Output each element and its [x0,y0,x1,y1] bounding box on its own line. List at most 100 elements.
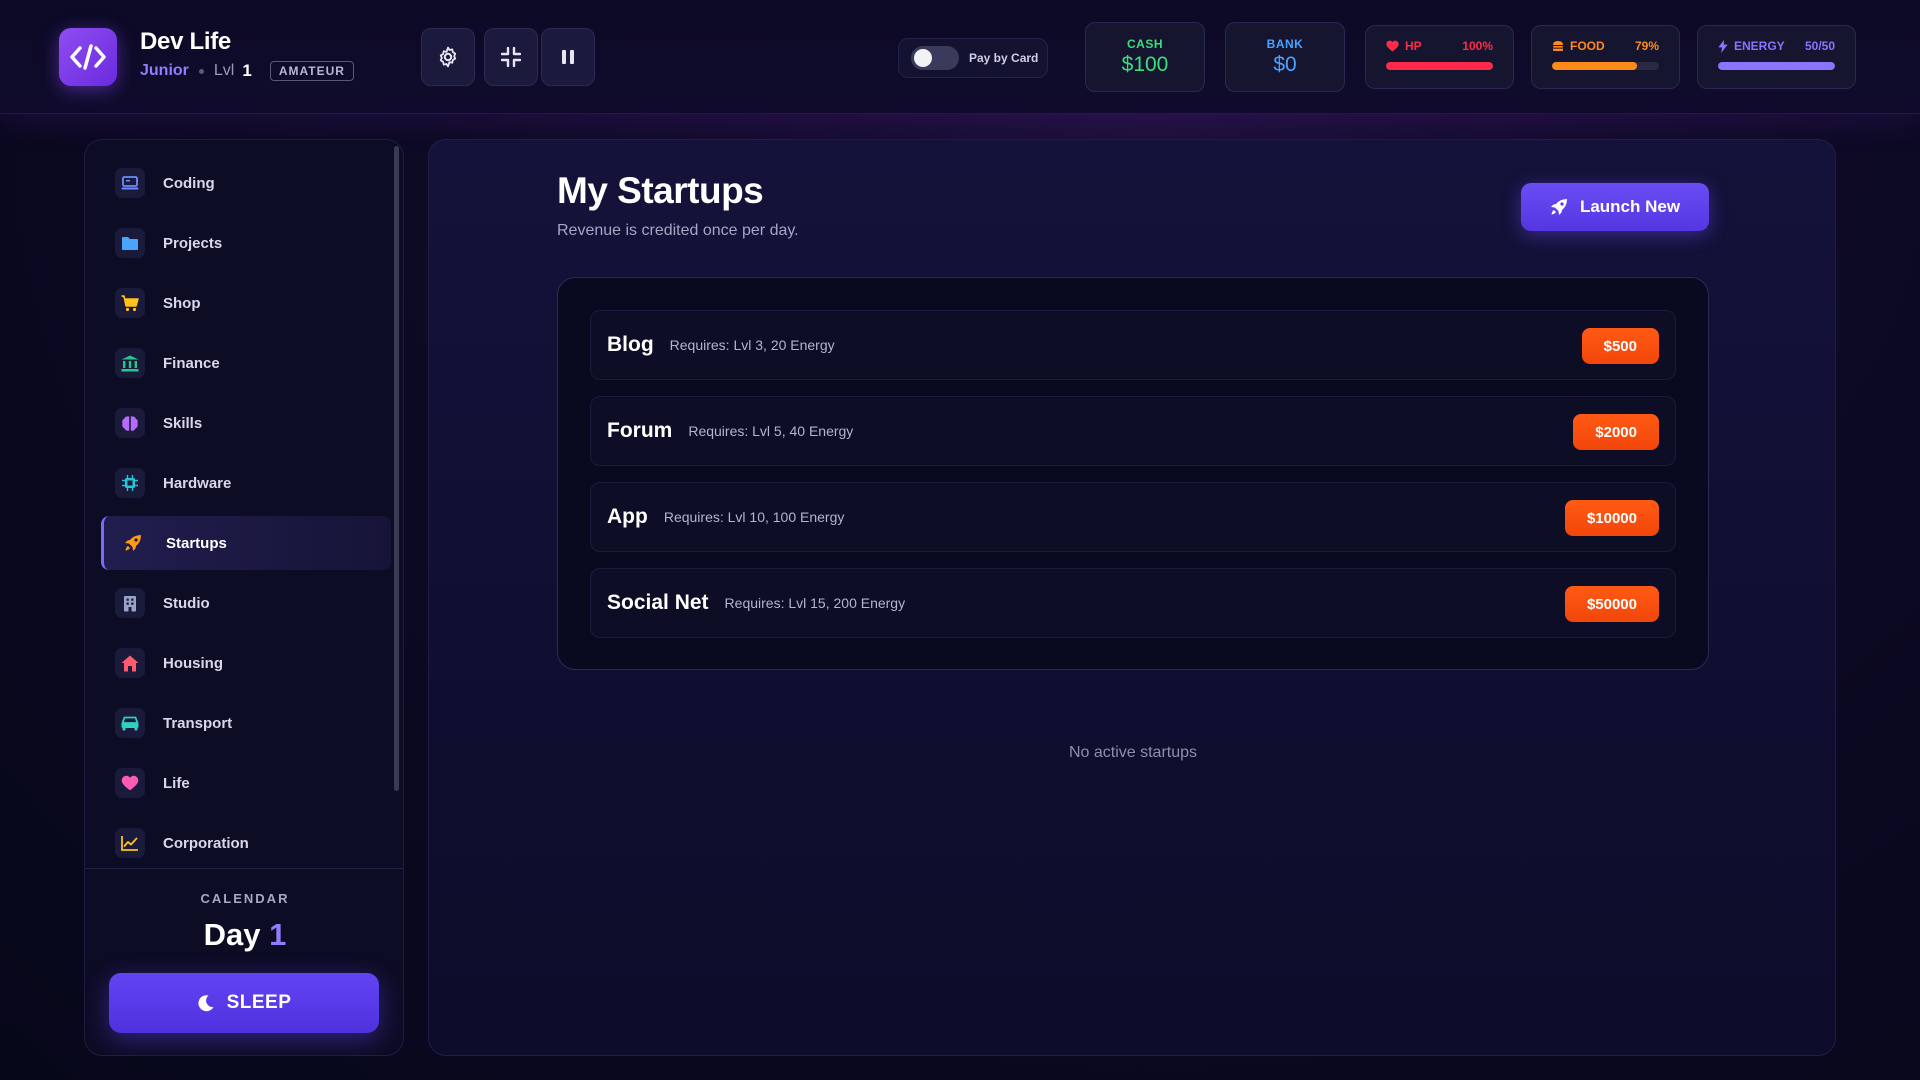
sidebar-item-finance[interactable]: Finance [101,336,391,390]
sidebar-item-skills[interactable]: Skills [101,396,391,450]
pause-button[interactable] [541,28,595,86]
pay-by-card-toggle[interactable] [911,46,959,70]
sidebar-item-label: Life [163,774,190,792]
settings-button[interactable] [421,28,475,86]
startup-requirement: Requires: Lvl 5, 40 Energy [688,423,854,439]
food-label: FOOD [1570,39,1605,53]
sleep-button[interactable]: SLEEP [109,973,379,1033]
pay-by-card-label: Pay by Card [969,51,1039,65]
startup-row-forum: Forum Requires: Lvl 5, 40 Energy $2000 [590,396,1676,466]
minimize-button[interactable] [484,28,538,86]
hp-bar [1386,62,1493,70]
sidebar-item-studio[interactable]: Studio [101,576,391,630]
buy-startup-button[interactable]: $500 [1581,328,1659,364]
sidebar-item-corporation[interactable]: Corporation [101,816,391,870]
separator-dot [198,68,204,74]
empty-state-text: No active startups [1068,744,1198,761]
startup-requirement: Requires: Lvl 15, 200 Energy [724,595,906,611]
sleep-button-label: SLEEP [226,992,292,1013]
startup-requirement: Requires: Lvl 10, 100 Energy [663,509,845,525]
main-panel: My Startups Revenue is credited once per… [428,139,1836,1056]
laptop-icon [115,168,145,198]
page-subtitle: Revenue is credited once per day. [557,222,799,239]
chip-icon [115,468,145,498]
startup-row-app: App Requires: Lvl 10, 100 Energy $10000 [590,482,1676,552]
sidebar-item-label: Projects [163,234,223,252]
food-bar-fill [1552,62,1637,70]
player-rank: Junior [140,62,189,79]
sidebar-item-label: Studio [163,594,210,612]
chart-line-icon [115,828,145,858]
sidebar-item-projects[interactable]: Projects [101,216,391,270]
brain-icon [115,408,145,438]
energy-stat: ENERGY 50/50 [1697,25,1856,89]
sidebar-scrollbar[interactable] [394,146,399,791]
page-title: My Startups [557,170,764,211]
sidebar-item-shop[interactable]: Shop [101,276,391,330]
building-icon [115,588,145,618]
car-icon [115,708,145,738]
bank-icon [115,348,145,378]
sidebar-item-label: Coding [163,174,215,192]
calendar-label: CALENDAR [200,891,290,906]
pay-by-card-control: Pay by Card [898,38,1048,78]
startup-name: Blog [607,333,654,356]
moon-icon [198,995,214,1012]
top-bar: Dev Life Junior Lvl 1 AMATEUR Pay by Car… [0,0,1920,114]
toggle-knob [914,49,932,67]
energy-value: 50/50 [1804,39,1835,53]
sidebar-item-housing[interactable]: Housing [101,636,391,690]
cash-value: $100 [1121,53,1169,76]
sidebar-item-label: Shop [163,294,201,312]
buy-startup-button[interactable]: $2000 [1573,414,1659,450]
lightning-icon [1718,39,1728,53]
sidebar-item-label: Corporation [163,834,249,852]
cart-icon [115,288,145,318]
sidebar-item-startups[interactable]: Startups [101,516,391,570]
player-rank-line: Junior Lvl 1 AMATEUR [140,61,354,81]
startup-name: App [607,505,648,528]
app-title: Dev Life [140,28,231,55]
cash-display: CASH $100 [1085,22,1205,92]
burger-icon [1553,41,1563,51]
hp-label: HP [1405,39,1422,53]
app-logo [59,28,117,86]
level-label: Lvl [213,62,235,79]
startup-row-blog: Blog Requires: Lvl 3, 20 Energy $500 [590,310,1676,380]
rocket-icon [118,528,148,558]
heart-icon [1386,40,1399,52]
rocket-icon [1550,199,1567,215]
pause-icon [562,50,574,64]
compress-icon [501,47,521,67]
level-value: 1 [242,61,252,80]
sidebar-item-label: Housing [163,654,223,672]
hp-bar-fill [1386,62,1493,70]
bank-label: BANK [1266,37,1304,51]
sidebar-item-transport[interactable]: Transport [101,696,391,750]
sidebar-item-label: Hardware [163,474,232,492]
calendar-section: CALENDAR Day 1 SLEEP [85,868,403,1055]
hp-stat: HP 100% [1365,25,1514,89]
food-stat: FOOD 79% [1531,25,1680,89]
food-bar [1552,62,1659,70]
sidebar-item-label: Startups [166,534,227,552]
startup-name: Forum [607,419,673,442]
energy-label: ENERGY [1734,39,1785,53]
energy-bar [1718,62,1835,70]
folder-icon [115,228,145,258]
calendar-day-word: Day [203,917,261,952]
sidebar-item-life[interactable]: Life [101,756,391,810]
startup-options-panel: Blog Requires: Lvl 3, 20 Energy $500 For… [557,277,1709,670]
sidebar-item-hardware[interactable]: Hardware [101,456,391,510]
energy-bar-fill [1718,62,1835,70]
food-value: 79% [1634,39,1659,53]
gear-icon [439,46,457,68]
buy-startup-button[interactable]: $50000 [1564,586,1659,622]
buy-startup-button[interactable]: $10000 [1564,500,1659,536]
sidebar-nav: Coding Projects Shop Finance Skills Hard… [85,140,403,870]
house-icon [115,648,145,678]
launch-new-button[interactable]: Launch New [1521,183,1709,231]
hp-value: 100% [1462,39,1493,53]
sidebar-item-coding[interactable]: Coding [101,156,391,210]
calendar-day: Day 1 [85,917,403,953]
